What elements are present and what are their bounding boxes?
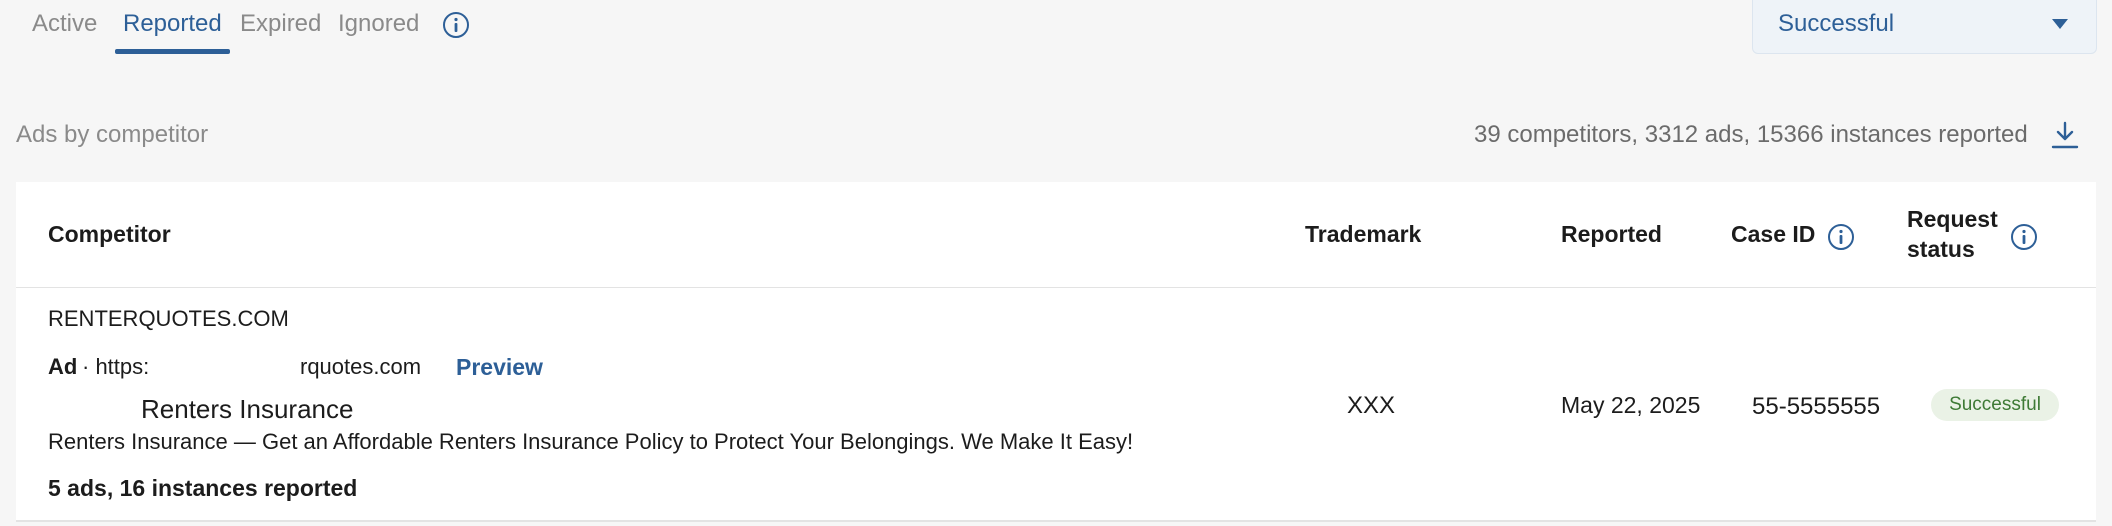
ad-description: Renters Insurance — Get an Affordable Re… xyxy=(48,429,1134,454)
info-icon[interactable] xyxy=(442,11,470,39)
tab-expired[interactable]: Expired xyxy=(240,10,321,38)
status-badge: Successful xyxy=(1931,389,2059,421)
header-trademark: Trademark xyxy=(1305,221,1422,247)
reported-date: May 22, 2025 xyxy=(1561,392,1701,418)
ad-label: Ad xyxy=(48,354,78,379)
row-divider xyxy=(16,520,2096,522)
status-filter-select[interactable]: Successful xyxy=(1752,0,2097,54)
section-title: Ads by competitor xyxy=(16,121,209,148)
summary-text: 39 competitors, 3312 ads, 15366 instance… xyxy=(1474,121,2028,148)
header-request-status-line1: Request xyxy=(1907,206,1998,232)
header-request-status-line2: status xyxy=(1907,236,1975,262)
ad-title: Renters Insurance xyxy=(141,394,354,424)
download-icon[interactable] xyxy=(2050,120,2080,150)
header-case-id: Case ID xyxy=(1731,221,1816,247)
ad-counts: 5 ads, 16 instances reported xyxy=(48,475,358,501)
redaction-block xyxy=(48,392,140,426)
header-divider xyxy=(16,287,2096,288)
tab-active[interactable]: Active xyxy=(32,10,97,38)
preview-link[interactable]: Preview xyxy=(456,354,543,381)
tab-reported[interactable]: Reported xyxy=(123,10,222,38)
trademark-value: XXX xyxy=(1347,392,1396,419)
competitor-name: RENTERQUOTES.COM xyxy=(48,306,289,331)
status-filter-value: Successful xyxy=(1778,10,1895,37)
header-competitor: Competitor xyxy=(48,221,171,247)
request-status-info-icon[interactable] xyxy=(2010,223,2038,251)
redaction-block xyxy=(152,350,300,382)
case-id-info-icon[interactable] xyxy=(1827,223,1855,251)
active-tab-indicator xyxy=(115,49,230,54)
ad-url-start: · https: xyxy=(82,354,150,379)
case-id-value: 55-5555555 xyxy=(1752,393,1881,420)
ad-url-end: rquotes.com xyxy=(300,354,422,379)
header-reported[interactable]: Reported xyxy=(1561,221,1662,248)
chevron-down-icon xyxy=(2052,19,2068,29)
tab-ignored[interactable]: Ignored xyxy=(338,10,419,38)
